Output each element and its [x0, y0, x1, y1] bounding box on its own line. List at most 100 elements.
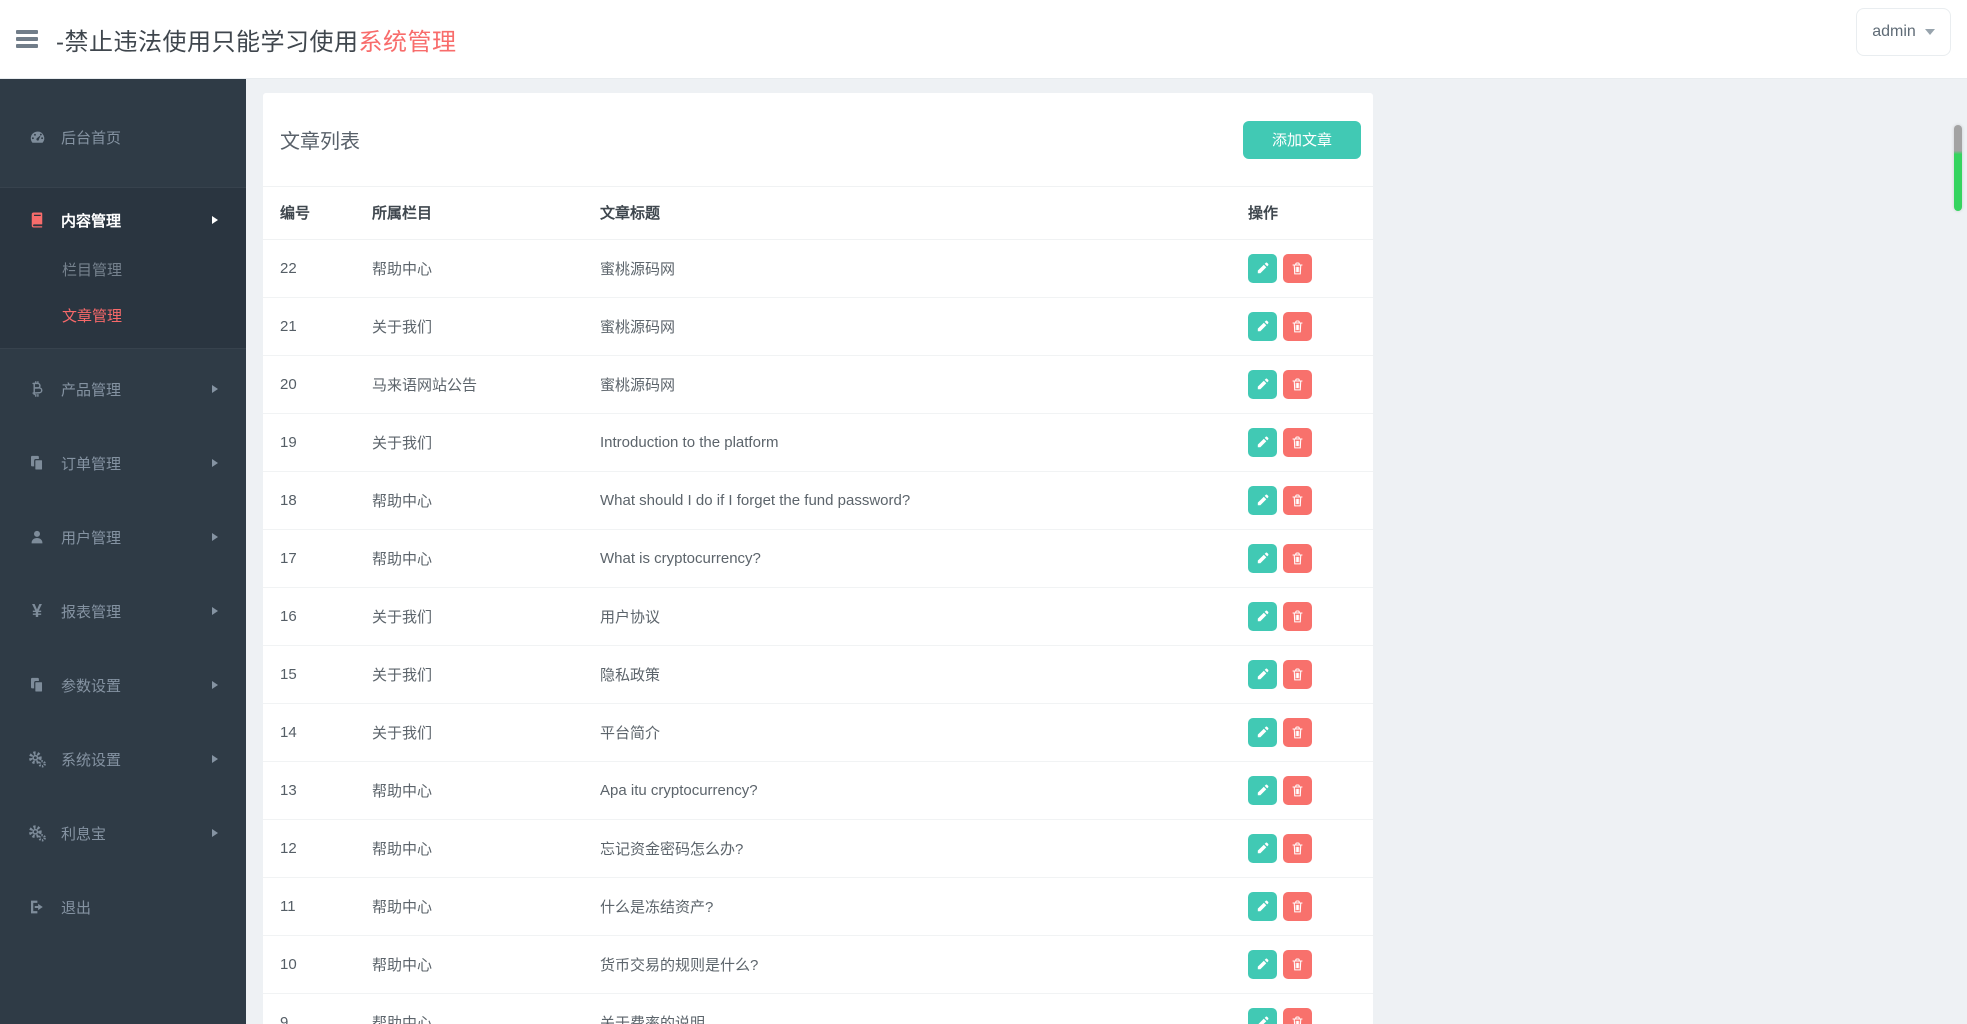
trash-icon [1290, 899, 1305, 914]
cell-actions [1248, 819, 1373, 877]
edit-button[interactable] [1248, 660, 1277, 689]
delete-button[interactable] [1283, 428, 1312, 457]
delete-button[interactable] [1283, 370, 1312, 399]
edit-button[interactable] [1248, 486, 1277, 515]
sidebar-item-home[interactable]: 后台首页 [0, 113, 246, 161]
trash-icon [1290, 841, 1305, 856]
chevron-right-icon [212, 755, 218, 763]
sidebar-subitem-articles[interactable]: 文章管理 [0, 292, 246, 338]
sidebar-item-params[interactable]: 参数设置 [0, 661, 246, 709]
sidebar-item-label: 利息宝 [61, 823, 106, 844]
cell-actions [1248, 297, 1373, 355]
app-title-accent: 系统管理 [359, 29, 457, 56]
user-icon [26, 528, 48, 546]
cell-title: 蜜桃源码网 [600, 297, 1248, 355]
delete-button[interactable] [1283, 312, 1312, 341]
table-row: 20马来语网站公告蜜桃源码网 [263, 355, 1373, 413]
panel-title: 文章列表 [280, 125, 360, 154]
sidebar-item-content[interactable]: 内容管理 [0, 196, 246, 244]
chevron-down-icon [1925, 29, 1935, 35]
sidebar-subitem-label: 文章管理 [62, 305, 122, 326]
delete-button[interactable] [1283, 892, 1312, 921]
trash-icon [1290, 609, 1305, 624]
edit-button[interactable] [1248, 312, 1277, 341]
cell-title: What should I do if I forget the fund pa… [600, 471, 1248, 529]
sidebar-subitem-columns[interactable]: 栏目管理 [0, 246, 246, 292]
gears-icon [26, 823, 48, 843]
delete-button[interactable] [1283, 544, 1312, 573]
article-table: 编号 所属栏目 文章标题 操作 22帮助中心蜜桃源码网21关于我们蜜桃源码网20… [263, 187, 1373, 1024]
delete-button[interactable] [1283, 602, 1312, 631]
edit-button[interactable] [1248, 834, 1277, 863]
user-menu-label: admin [1872, 23, 1916, 41]
delete-button[interactable] [1283, 660, 1312, 689]
top-header: -禁止违法使用只能学习使用系统管理 admin [0, 0, 1967, 79]
hamburger-icon[interactable] [16, 30, 38, 48]
chevron-right-icon [212, 385, 218, 393]
edit-button[interactable] [1248, 950, 1277, 979]
gears-icon [26, 749, 48, 769]
cell-id: 20 [263, 355, 372, 413]
edit-button[interactable] [1248, 1008, 1277, 1024]
sidebar-item-label: 报表管理 [61, 601, 121, 622]
sidebar-item-interest[interactable]: 利息宝 [0, 809, 246, 857]
edit-button[interactable] [1248, 370, 1277, 399]
edit-button[interactable] [1248, 254, 1277, 283]
trash-icon [1290, 261, 1305, 276]
table-row: 10帮助中心货币交易的规则是什么? [263, 935, 1373, 993]
delete-button[interactable] [1283, 834, 1312, 863]
cell-category: 帮助中心 [372, 819, 600, 877]
add-article-button[interactable]: 添加文章 [1243, 121, 1361, 159]
trash-icon [1290, 725, 1305, 740]
delete-button[interactable] [1283, 1008, 1312, 1024]
sidebar-item-report[interactable]: ¥报表管理 [0, 587, 246, 635]
column-header-category: 所属栏目 [372, 187, 600, 239]
table-row: 11帮助中心什么是冻结资产? [263, 877, 1373, 935]
edit-button[interactable] [1248, 892, 1277, 921]
delete-button[interactable] [1283, 718, 1312, 747]
column-header-actions: 操作 [1248, 187, 1373, 239]
delete-button[interactable] [1283, 950, 1312, 979]
sidebar-item-label: 系统设置 [61, 749, 121, 770]
cell-actions [1248, 471, 1373, 529]
pencil-icon [1255, 957, 1270, 972]
sidebar-item-product[interactable]: 产品管理 [0, 365, 246, 413]
sidebar-item-label: 退出 [61, 897, 91, 918]
edit-button[interactable] [1248, 776, 1277, 805]
edit-button[interactable] [1248, 428, 1277, 457]
sidebar-item-logout[interactable]: 退出 [0, 883, 246, 931]
delete-button[interactable] [1283, 776, 1312, 805]
delete-button[interactable] [1283, 254, 1312, 283]
sidebar-item-user[interactable]: 用户管理 [0, 513, 246, 561]
edit-button[interactable] [1248, 544, 1277, 573]
cell-title: 隐私政策 [600, 645, 1248, 703]
cell-category: 关于我们 [372, 645, 600, 703]
cell-id: 10 [263, 935, 372, 993]
cell-category: 关于我们 [372, 297, 600, 355]
scrollbar[interactable] [1954, 125, 1962, 211]
cell-actions [1248, 355, 1373, 413]
pencil-icon [1255, 435, 1270, 450]
user-menu-button[interactable]: admin [1856, 8, 1951, 56]
column-header-title: 文章标题 [600, 187, 1248, 239]
trash-icon [1290, 783, 1305, 798]
cell-title: 蜜桃源码网 [600, 355, 1248, 413]
edit-button[interactable] [1248, 718, 1277, 747]
cell-id: 9 [263, 993, 372, 1024]
sidebar-item-system[interactable]: 系统设置 [0, 735, 246, 783]
table-header-row: 编号 所属栏目 文章标题 操作 [263, 187, 1373, 239]
sidebar-menu: 后台首页内容管理栏目管理文章管理产品管理订单管理用户管理 ¥报表管理参数设置系统设… [0, 113, 246, 931]
edit-button[interactable] [1248, 602, 1277, 631]
dashboard-icon [26, 128, 48, 147]
table-row: 9帮助中心关于费率的说明 [263, 993, 1373, 1024]
cell-title: Introduction to the platform [600, 413, 1248, 471]
pencil-icon [1255, 493, 1270, 508]
sidebar-item-order[interactable]: 订单管理 [0, 439, 246, 487]
sidebar-item-label: 内容管理 [61, 210, 121, 231]
cell-category: 关于我们 [372, 703, 600, 761]
cell-actions [1248, 413, 1373, 471]
chevron-right-icon [212, 533, 218, 541]
delete-button[interactable] [1283, 486, 1312, 515]
cell-actions [1248, 761, 1373, 819]
cell-title: 关于费率的说明 [600, 993, 1248, 1024]
